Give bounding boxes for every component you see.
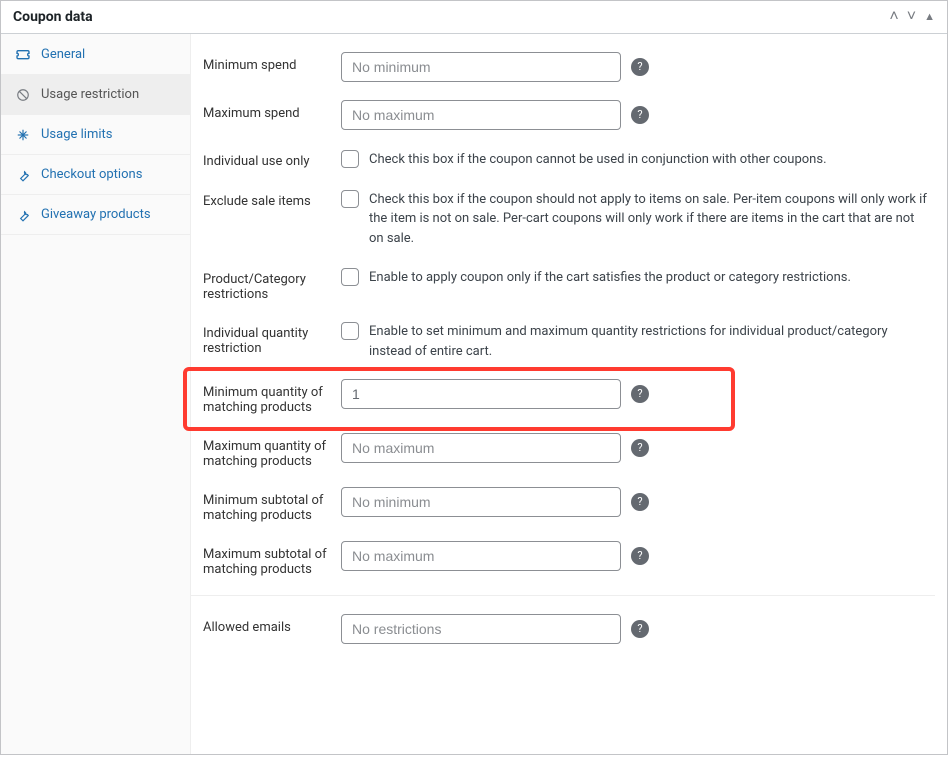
row-minimum-spend: Minimum spend ?: [191, 34, 935, 82]
row-individual-qty-restrict: Individual quantity restriction Enable t…: [191, 302, 935, 361]
label-min-subtotal: Minimum subtotal of matching products: [191, 487, 341, 523]
panel-header: Coupon data ˄ ˅ ▲: [1, 1, 947, 34]
help-icon[interactable]: ?: [631, 385, 649, 403]
row-max-subtotal: Maximum subtotal of matching products ?: [191, 523, 935, 577]
row-exclude-sale: Exclude sale items Check this box if the…: [191, 170, 935, 249]
coupon-data-panel: Coupon data ˄ ˅ ▲ General Usage restrict…: [0, 0, 948, 755]
sidebar-item-label: General: [41, 47, 85, 62]
panel-controls: ˄ ˅ ▲: [889, 9, 935, 25]
individual-qty-restrict-description: Enable to set minimum and maximum quanti…: [369, 320, 935, 361]
sidebar-item-giveaway-products[interactable]: Giveaway products: [1, 195, 190, 235]
label-individual-use: Individual use only: [191, 148, 341, 169]
exclude-sale-description: Check this box if the coupon should not …: [369, 188, 935, 249]
label-prod-cat-restrict: Product/Category restrictions: [191, 266, 341, 302]
row-individual-use: Individual use only Check this box if th…: [191, 130, 935, 170]
sidebar-item-label: Usage restriction: [41, 87, 139, 102]
sidebar-item-label: Giveaway products: [41, 207, 151, 222]
row-allowed-emails: Allowed emails ?: [191, 596, 935, 644]
sidebar: General Usage restriction Usage limits C…: [1, 34, 191, 754]
individual-use-description: Check this box if the coupon cannot be u…: [369, 148, 835, 170]
wrench-icon: [15, 208, 31, 222]
min-qty-input[interactable]: [341, 379, 621, 409]
min-subtotal-input[interactable]: [341, 487, 621, 517]
help-icon[interactable]: ?: [631, 493, 649, 511]
label-max-qty: Maximum quantity of matching products: [191, 433, 341, 469]
move-up-icon[interactable]: ˄: [889, 9, 898, 25]
help-icon[interactable]: ?: [631, 106, 649, 124]
individual-qty-restrict-checkbox[interactable]: [341, 322, 359, 340]
toggle-collapse-icon[interactable]: ▲: [924, 12, 935, 23]
sidebar-item-label: Usage limits: [41, 127, 112, 142]
max-subtotal-input[interactable]: [341, 541, 621, 571]
label-minimum-spend: Minimum spend: [191, 52, 341, 73]
sidebar-item-general[interactable]: General: [1, 34, 190, 75]
row-max-qty: Maximum quantity of matching products ?: [191, 415, 935, 469]
allowed-emails-input[interactable]: [341, 614, 621, 644]
maximum-spend-input[interactable]: [341, 100, 621, 130]
help-icon[interactable]: ?: [631, 439, 649, 457]
row-min-qty: Minimum quantity of matching products ?: [191, 361, 935, 415]
panel-body: General Usage restriction Usage limits C…: [1, 34, 947, 754]
sidebar-item-usage-restriction[interactable]: Usage restriction: [1, 75, 190, 115]
label-min-qty: Minimum quantity of matching products: [191, 379, 341, 415]
label-allowed-emails: Allowed emails: [191, 614, 341, 635]
individual-use-checkbox[interactable]: [341, 150, 359, 168]
prod-cat-restrict-checkbox[interactable]: [341, 268, 359, 286]
sidebar-item-usage-limits[interactable]: Usage limits: [1, 115, 190, 155]
block-icon: [15, 88, 31, 102]
max-qty-input[interactable]: [341, 433, 621, 463]
label-exclude-sale: Exclude sale items: [191, 188, 341, 209]
sidebar-item-checkout-options[interactable]: Checkout options: [1, 155, 190, 195]
row-prod-cat-restrict: Product/Category restrictions Enable to …: [191, 248, 935, 302]
sidebar-item-label: Checkout options: [41, 167, 142, 182]
help-icon[interactable]: ?: [631, 547, 649, 565]
row-maximum-spend: Maximum spend ?: [191, 82, 935, 130]
row-min-subtotal: Minimum subtotal of matching products ?: [191, 469, 935, 523]
wrench-icon: [15, 168, 31, 182]
minimum-spend-input[interactable]: [341, 52, 621, 82]
form-content: Minimum spend ? Maximum spend ? Individu…: [191, 34, 947, 754]
exclude-sale-checkbox[interactable]: [341, 190, 359, 208]
label-max-subtotal: Maximum subtotal of matching products: [191, 541, 341, 577]
label-individual-qty-restrict: Individual quantity restriction: [191, 320, 341, 356]
help-icon[interactable]: ?: [631, 58, 649, 76]
panel-title: Coupon data: [13, 9, 93, 25]
prod-cat-restrict-description: Enable to apply coupon only if the cart …: [369, 266, 859, 288]
help-icon[interactable]: ?: [631, 620, 649, 638]
label-maximum-spend: Maximum spend: [191, 100, 341, 121]
limits-icon: [15, 128, 31, 142]
ticket-icon: [15, 46, 31, 62]
move-down-icon[interactable]: ˅: [907, 9, 916, 25]
